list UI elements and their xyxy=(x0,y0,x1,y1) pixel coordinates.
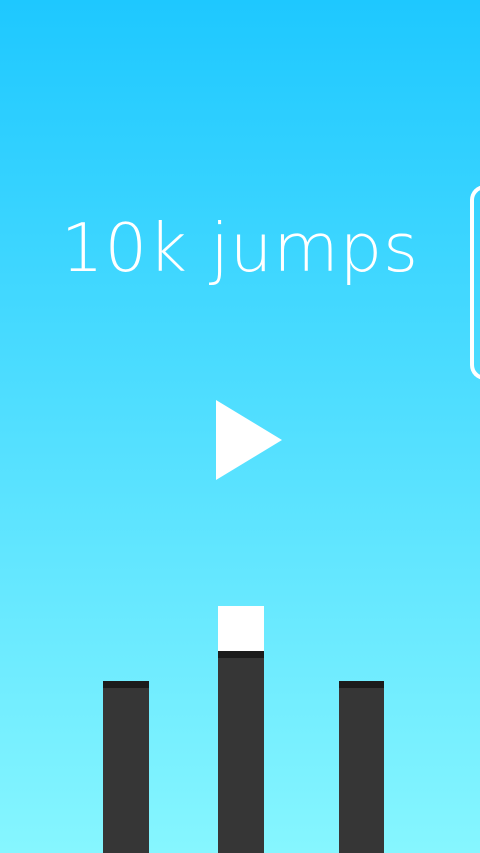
pillar-left xyxy=(103,681,149,853)
game-screen[interactable]: 10k jumps xyxy=(0,0,480,853)
player-block xyxy=(218,606,264,651)
game-title: 10k jumps xyxy=(60,209,420,287)
play-button[interactable] xyxy=(208,392,292,488)
pillar-middle xyxy=(218,651,264,853)
edge-panel-handle[interactable] xyxy=(470,185,480,380)
pillar-middle-cap xyxy=(218,651,264,658)
pillar-right xyxy=(339,681,384,853)
pillar-right-cap xyxy=(339,681,384,688)
pillar-left-cap xyxy=(103,681,149,688)
play-icon xyxy=(216,400,282,480)
